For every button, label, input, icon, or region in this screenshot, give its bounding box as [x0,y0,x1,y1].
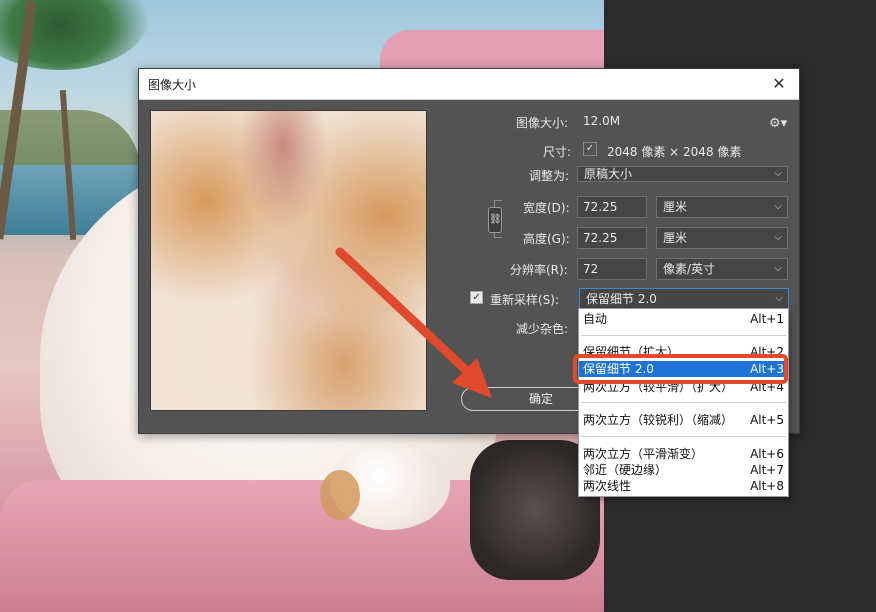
image-size-label: 图像大小: [516,116,569,130]
dimensions-value: 2048 像素 × 2048 像素 [607,145,742,159]
chevron-down-icon: ⌵ [775,293,783,304]
dropdown-option[interactable]: 两次线性 Alt+8 [579,478,788,494]
option-shortcut: Alt+5 [750,413,784,427]
paw-patch [320,470,360,520]
divider [581,436,786,437]
height-unit: 厘米 [663,231,688,245]
chain-link-icon[interactable]: ⛓ [488,207,502,233]
dialog-title: 图像大小 [148,78,197,92]
option-shortcut: Alt+1 [750,312,784,326]
option-shortcut: Alt+8 [750,479,784,493]
chevron-down-icon: ⌵ [774,168,782,179]
resolution-unit: 像素/英寸 [663,262,716,276]
resolution-input[interactable]: 72 [577,258,647,280]
resolution-label: 分辨率(R): [510,263,568,277]
resample-dropdown-list: 自动 Alt+1 保留细节（扩大） Alt+2 保留细节 2.0 Alt+3 两… [578,308,789,497]
width-input[interactable]: 72.25 [577,196,647,218]
fit-to-select[interactable]: 原稿大小 ⌵ [577,166,788,182]
resolution-unit-select[interactable]: 像素/英寸 ⌵ [656,258,788,280]
chevron-down-icon: ⌵ [774,232,782,243]
resample-select[interactable]: 保留细节 2.0 ⌵ [579,288,789,310]
divider [581,402,786,403]
resample-value: 保留细节 2.0 [586,292,657,306]
height-input[interactable]: 72.25 [577,227,647,249]
option-label: 自动 [583,312,608,326]
dimensions-label: 尺寸: [543,145,572,159]
divider [581,335,786,336]
image-preview[interactable] [150,110,427,411]
resample-checkbox[interactable]: ✓ [470,291,483,304]
width-unit-select[interactable]: 厘米 ⌵ [656,196,788,218]
title-bar: 图像大小 ✕ [139,69,799,100]
option-shortcut: Alt+6 [750,447,784,461]
dropdown-option[interactable]: 邻近（硬边缘） Alt+7 [579,462,788,478]
dimensions-toggle[interactable]: ✓ [583,142,597,156]
dropdown-option[interactable]: 两次立方（平滑渐变） Alt+6 [579,446,788,462]
dropdown-option[interactable]: 自动 Alt+1 [579,311,788,327]
image-size-value: 12.0M [583,114,621,128]
dropdown-option[interactable]: 两次立方（较锐利）（缩减） Alt+5 [579,412,788,428]
height-unit-select[interactable]: 厘米 ⌵ [656,227,788,249]
reduce-noise-label: 减少杂色: [516,322,569,336]
chevron-down-icon: ⌵ [774,201,782,212]
width-unit: 厘米 [663,200,688,214]
annotation-highlight-box [573,354,788,384]
option-label: 两次线性 [583,479,632,493]
chevron-down-icon: ⌵ [774,263,782,274]
option-label: 邻近（硬边缘） [583,463,668,477]
close-button[interactable]: ✕ [767,72,791,96]
option-shortcut: Alt+7 [750,463,784,477]
height-label: 高度(G): [523,232,570,246]
option-label: 两次立方（较锐利）（缩减） [583,413,734,427]
resample-label: 重新采样(S): [490,293,560,307]
fit-to-value: 原稿大小 [584,167,633,181]
option-label: 两次立方（平滑渐变） [583,447,704,461]
width-label: 宽度(D): [523,201,570,215]
gear-icon[interactable]: ⚙▾ [769,116,787,131]
fit-to-label: 调整为: [529,169,570,183]
